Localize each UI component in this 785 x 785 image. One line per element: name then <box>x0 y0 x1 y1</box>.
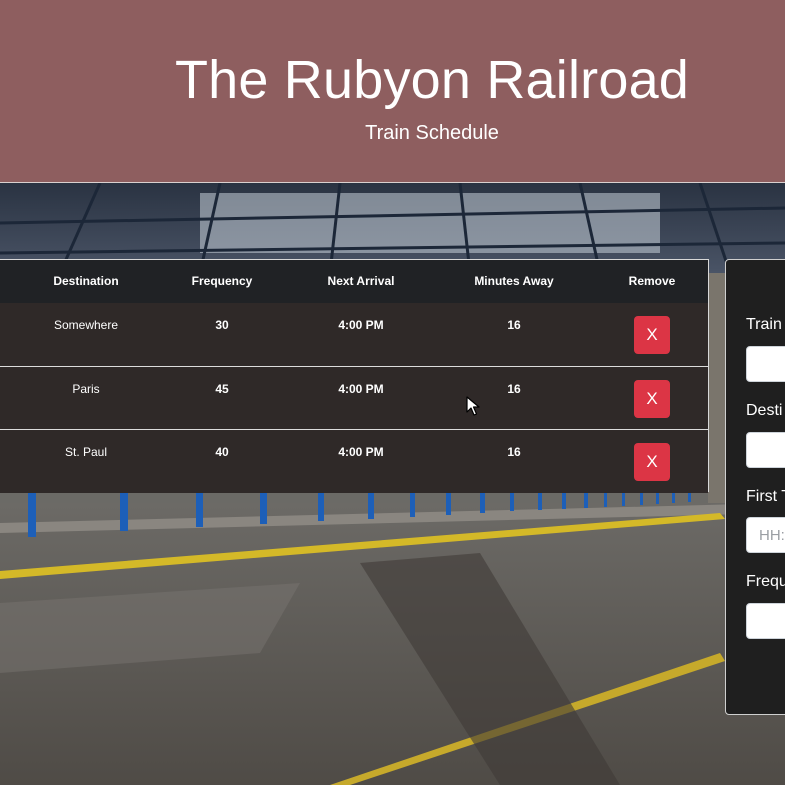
frequency-input[interactable] <box>746 603 785 639</box>
train-name-input[interactable] <box>746 346 785 382</box>
first-train-time-input[interactable] <box>746 517 785 553</box>
cell-minutes-away: 16 <box>507 382 521 396</box>
cell-frequency: 40 <box>215 445 229 459</box>
remove-train-button[interactable]: X <box>634 443 670 481</box>
destination-input[interactable] <box>746 432 785 468</box>
column-header-minutes-away: Minutes Away <box>474 274 554 288</box>
cell-next-arrival: 4:00 PM <box>338 382 384 396</box>
cell-destination: Paris <box>72 382 100 396</box>
add-train-form: Train Desti First T Frequ <box>725 259 785 715</box>
cell-next-arrival: 4:00 PM <box>338 318 384 332</box>
remove-train-button[interactable]: X <box>634 380 670 418</box>
page-header: The Rubyon Railroad Train Schedule <box>0 0 785 183</box>
destination-label: Desti <box>746 402 783 419</box>
table-row: Somewhere 30 4:00 PM 16 X <box>0 303 708 366</box>
train-name-label: Train <box>746 316 782 333</box>
column-header-next-arrival: Next Arrival <box>327 274 395 288</box>
cell-frequency: 30 <box>215 318 229 332</box>
column-header-destination: Destination <box>53 274 119 288</box>
table-header: Destination Frequency Next Arrival Minut… <box>0 260 708 304</box>
cell-destination: St. Paul <box>64 445 108 459</box>
train-schedule-table: Destination Frequency Next Arrival Minut… <box>0 259 709 493</box>
remove-train-button[interactable]: X <box>634 316 670 354</box>
column-header-remove: Remove <box>628 274 676 288</box>
cell-minutes-away: 16 <box>507 318 521 332</box>
first-train-time-label: First T <box>746 488 785 505</box>
cell-minutes-away: 16 <box>507 445 521 459</box>
page-subtitle: Train Schedule <box>365 122 499 144</box>
page-title: The Rubyon Railroad <box>174 50 690 110</box>
column-header-frequency: Frequency <box>191 274 253 288</box>
table-row: Paris 45 4:00 PM 16 X <box>0 366 708 430</box>
frequency-label: Frequ <box>746 573 785 590</box>
cell-destination: Somewhere <box>53 318 119 332</box>
cell-frequency: 45 <box>215 382 229 396</box>
mouse-cursor-icon <box>466 396 480 421</box>
table-row: St. Paul 40 4:00 PM 16 X <box>0 429 708 493</box>
cell-next-arrival: 4:00 PM <box>338 445 384 459</box>
